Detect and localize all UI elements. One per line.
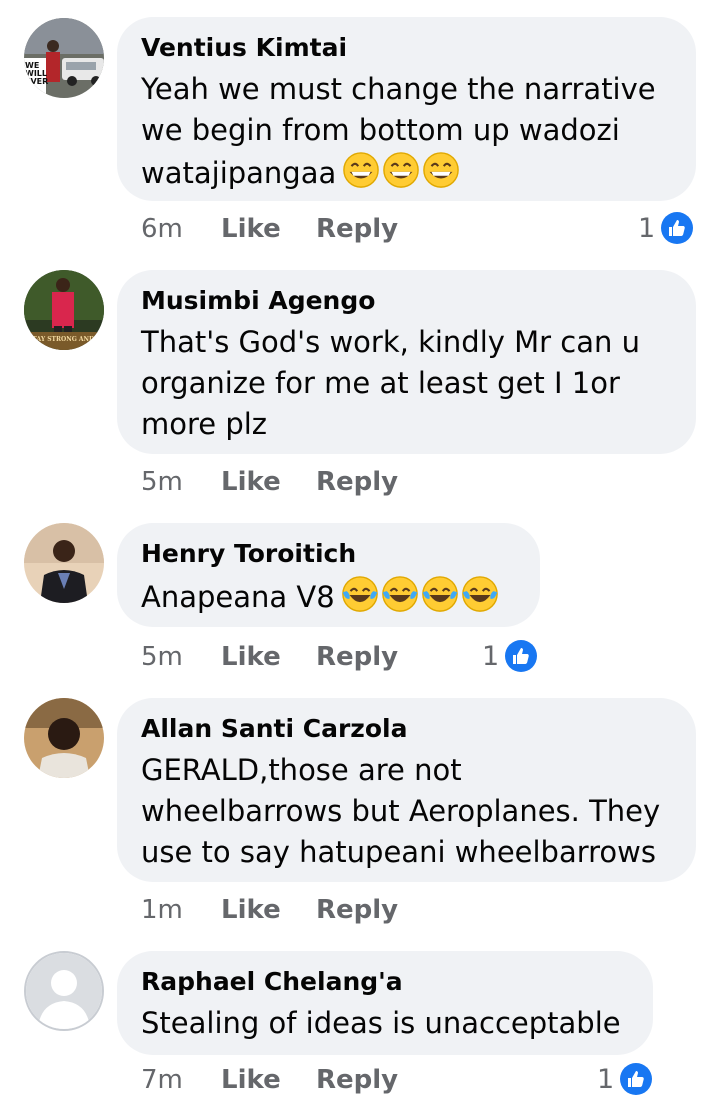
reply-button[interactable]: Reply	[316, 464, 398, 500]
comment-text-line: That's God's work, kindly Mr can u	[141, 325, 641, 359]
comment-text-line: more plz	[141, 407, 268, 441]
grinning-sweat-emoji	[422, 151, 460, 189]
like-button[interactable]: Like	[221, 639, 281, 675]
thumbs-up-icon	[505, 640, 538, 672]
reaction-count: 1	[638, 212, 656, 244]
comment-author[interactable]: Allan Santi Carzola	[141, 714, 672, 744]
reply-button[interactable]: Reply	[316, 639, 398, 675]
thumbs-up-icon	[620, 1063, 653, 1095]
avatar[interactable]	[24, 951, 104, 1031]
comment-timestamp[interactable]: 5m	[141, 464, 183, 500]
comment-bubble[interactable]: Raphael Chelang'a Stealing of ideas is u…	[117, 951, 653, 1055]
comment-text-line: wheelbarrows but Aeroplanes. They	[141, 794, 661, 828]
comment-bubble[interactable]: Ventius Kimtai Yeah we must change the n…	[117, 17, 696, 201]
reply-button[interactable]: Reply	[316, 892, 398, 928]
comment-text-fragment: Anapeana V8	[141, 580, 335, 614]
comment-timestamp[interactable]: 1m	[141, 892, 183, 928]
avatar[interactable]: WE WILL EVER	[24, 18, 104, 98]
svg-text:EVER: EVER	[25, 77, 48, 86]
comment-bubble[interactable]: Allan Santi Carzola GERALD,those are not…	[117, 698, 696, 882]
comment-text-line: watajipangaa	[141, 151, 672, 194]
comment-text-fragment: watajipangaa	[141, 156, 337, 190]
tears-of-joy-emoji	[461, 575, 499, 613]
comment-bubble[interactable]: Musimbi Agengo That's God's work, kindly…	[117, 270, 696, 454]
like-button[interactable]: Like	[221, 1062, 281, 1098]
comment-text-line: GERALD,those are not	[141, 753, 462, 787]
grinning-sweat-emoji	[342, 151, 380, 189]
avatar[interactable]	[24, 698, 104, 778]
emoji-group	[342, 151, 460, 189]
avatar[interactable]: STAY STRONG AND	[24, 270, 104, 350]
comment-author[interactable]: Henry Toroitich	[141, 539, 516, 569]
like-button[interactable]: Like	[221, 211, 281, 247]
thumbs-up-icon	[661, 212, 694, 244]
comment-text: GERALD,those are not wheelbarrows but Ae…	[141, 750, 672, 873]
grinning-sweat-emoji	[382, 151, 420, 189]
comment-text: Stealing of ideas is unacceptable	[141, 1006, 621, 1040]
comment-text-line: Yeah we must change the narrative	[141, 72, 656, 106]
comment-author[interactable]: Raphael Chelang'a	[141, 967, 629, 997]
tears-of-joy-emoji	[421, 575, 459, 613]
comment-timestamp[interactable]: 5m	[141, 639, 183, 675]
comment-text-line: we begin from bottom up wadozi	[141, 113, 620, 147]
like-button[interactable]: Like	[221, 464, 281, 500]
comment-timestamp[interactable]: 7m	[141, 1062, 183, 1098]
comment-text: Yeah we must change the narrative we beg…	[141, 69, 672, 194]
comment-text: Anapeana V8	[141, 575, 516, 618]
reaction-count: 1	[597, 1063, 615, 1095]
reply-button[interactable]: Reply	[316, 1062, 398, 1098]
emoji-group	[341, 575, 499, 613]
avatar[interactable]	[24, 523, 104, 603]
reaction-summary[interactable]: 1	[638, 210, 694, 246]
tears-of-joy-emoji	[381, 575, 419, 613]
avatar-caption: STAY STRONG AND	[28, 336, 94, 343]
tears-of-joy-emoji	[341, 575, 379, 613]
reply-button[interactable]: Reply	[316, 211, 398, 247]
comment-author[interactable]: Musimbi Agengo	[141, 286, 672, 316]
like-button[interactable]: Like	[221, 892, 281, 928]
reaction-summary[interactable]: 1	[482, 638, 538, 674]
reaction-summary[interactable]: 1	[597, 1061, 653, 1097]
comment-author[interactable]: Ventius Kimtai	[141, 33, 672, 63]
comment-text: That's God's work, kindly Mr can u organ…	[141, 322, 672, 445]
reaction-count: 1	[482, 640, 500, 672]
comment-timestamp[interactable]: 6m	[141, 211, 183, 247]
comment-bubble[interactable]: Henry Toroitich Anapeana V8	[117, 523, 540, 627]
comment-text-line: organize for me at least get I 1or	[141, 366, 620, 400]
comment-text-line: use to say hatupeani wheelbarrows	[141, 835, 657, 869]
